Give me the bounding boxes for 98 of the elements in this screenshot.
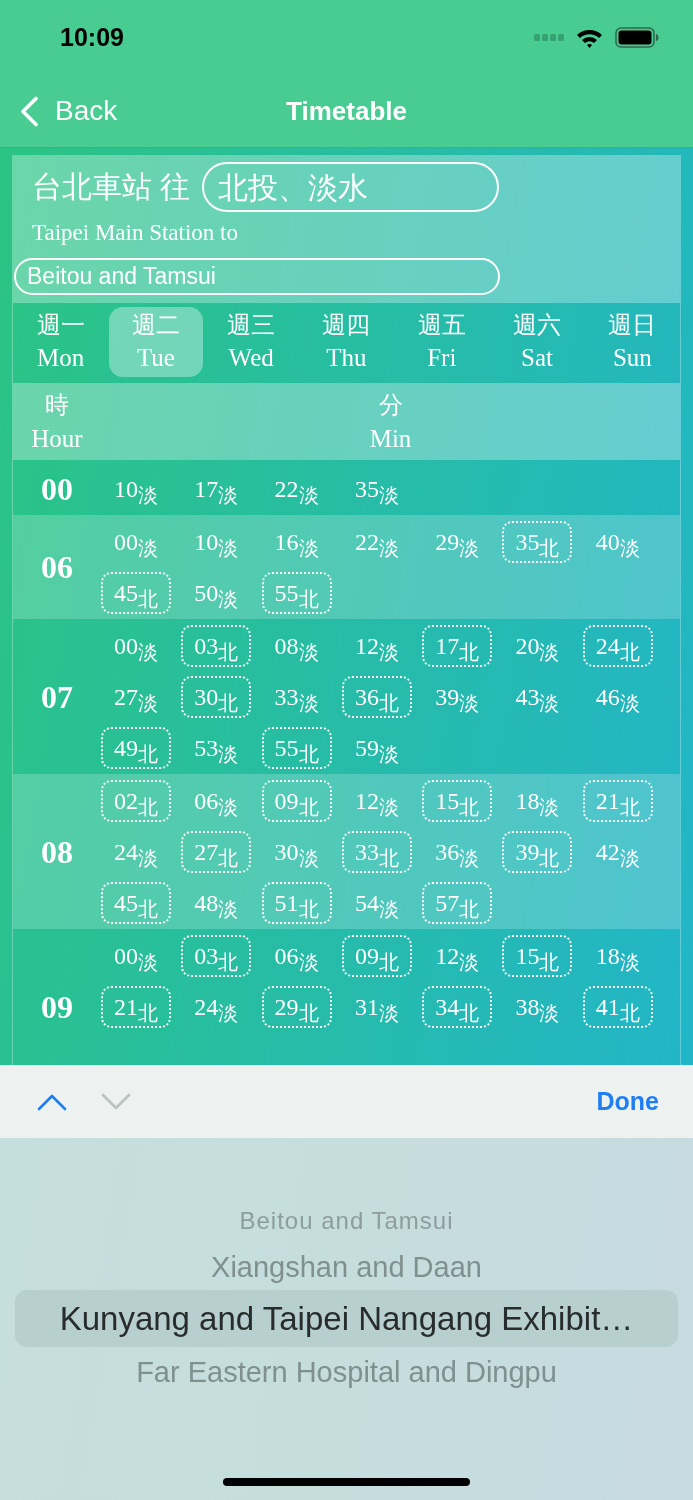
departure-time: 48$_{淡}$ bbox=[193, 888, 240, 922]
departure-time: 12$_{淡}$ bbox=[353, 786, 400, 820]
departure-time: 39$_{北}$ bbox=[502, 830, 573, 873]
chevron-up-icon[interactable] bbox=[37, 1092, 67, 1111]
day-tab[interactable]: 週六 Sat bbox=[490, 307, 584, 377]
departure-time: 17$_{淡}$ bbox=[193, 474, 240, 508]
departure-time: 12$_{淡}$ bbox=[353, 631, 400, 665]
departure-time: 38$_{淡}$ bbox=[514, 992, 561, 1026]
departure-time: 02$_{北}$ bbox=[101, 779, 171, 822]
departure-time: 15$_{北}$ bbox=[502, 934, 573, 977]
departure-time: 24$_{北}$ bbox=[582, 624, 653, 667]
departure-time: 24$_{淡}$ bbox=[193, 992, 240, 1026]
departure-time: 45$_{北}$ bbox=[101, 571, 171, 614]
signal-icon bbox=[534, 34, 564, 41]
departure-time: 53$_{淡}$ bbox=[193, 733, 240, 767]
departure-time: 03$_{北}$ bbox=[181, 934, 252, 977]
hour-number: 00 bbox=[41, 469, 73, 509]
column-heading: 時 bbox=[45, 390, 69, 420]
departure-time: 42$_{淡}$ bbox=[594, 837, 641, 871]
day-tab[interactable]: 週五 Fri bbox=[395, 307, 489, 377]
picker-option[interactable]: Xiangshan and Daan bbox=[211, 1252, 482, 1282]
departure-time: 06$_{淡}$ bbox=[273, 941, 320, 975]
departure-time: 27$_{北}$ bbox=[181, 830, 252, 873]
clock-time: 10:09 bbox=[60, 25, 124, 50]
departure-time: 30$_{北}$ bbox=[181, 675, 252, 718]
departure-time: 17$_{北}$ bbox=[422, 624, 493, 667]
departure-time: 22$_{淡}$ bbox=[273, 474, 320, 508]
departure-time: 12$_{淡}$ bbox=[434, 941, 481, 975]
column-heading: Min bbox=[369, 424, 412, 454]
departure-time: 31$_{淡}$ bbox=[353, 992, 400, 1026]
departure-time: 10$_{淡}$ bbox=[113, 474, 159, 508]
departure-time: 35$_{北}$ bbox=[502, 520, 573, 563]
departure-time: 00$_{淡}$ bbox=[113, 631, 159, 665]
departure-time: 50$_{淡}$ bbox=[193, 578, 240, 612]
departure-time: 30$_{淡}$ bbox=[273, 837, 320, 871]
departure-time: 34$_{北}$ bbox=[422, 985, 493, 1028]
day-tab[interactable]: 週四 Thu bbox=[299, 307, 394, 377]
departure-time: 57$_{北}$ bbox=[422, 881, 493, 924]
departure-time: 00$_{淡}$ bbox=[113, 527, 159, 561]
hour-number: 06 bbox=[41, 548, 73, 587]
hour-number: 09 bbox=[41, 988, 73, 1027]
departure-time: 03$_{北}$ bbox=[181, 624, 252, 667]
column-heading: Hour bbox=[31, 424, 83, 454]
departure-time: 27$_{淡}$ bbox=[113, 682, 159, 716]
picker-option[interactable]: Far Eastern Hospital and Dingpu bbox=[136, 1357, 557, 1387]
picker-option[interactable]: Kunyang and Taipei Nangang Exhibit… bbox=[15, 1290, 678, 1347]
departure-time: 15$_{北}$ bbox=[422, 779, 493, 822]
departure-time: 00$_{淡}$ bbox=[113, 941, 159, 975]
departure-time: 36$_{北}$ bbox=[341, 675, 412, 718]
departure-time: 59$_{淡}$ bbox=[353, 733, 400, 767]
wifi-icon bbox=[576, 27, 603, 48]
departure-time: 24$_{淡}$ bbox=[113, 837, 159, 871]
departure-time: 16$_{淡}$ bbox=[273, 527, 320, 561]
departure-time: 06$_{淡}$ bbox=[193, 786, 240, 820]
departure-time: 39$_{淡}$ bbox=[434, 682, 481, 716]
departure-time: 20$_{淡}$ bbox=[514, 631, 561, 665]
departure-time: 54$_{淡}$ bbox=[353, 888, 400, 922]
destination-field[interactable]: 北投、淡水 bbox=[202, 162, 500, 212]
back-button[interactable]: Back bbox=[20, 95, 118, 127]
departure-time: 29$_{淡}$ bbox=[434, 527, 481, 561]
station-name: 台北車站 往 bbox=[32, 169, 191, 205]
chevron-left-icon bbox=[20, 95, 39, 127]
departure-time: 51$_{北}$ bbox=[261, 881, 332, 924]
departure-time: 21$_{北}$ bbox=[101, 985, 171, 1028]
departure-time: 55$_{北}$ bbox=[261, 571, 332, 614]
departure-time: 40$_{淡}$ bbox=[594, 527, 641, 561]
departure-time: 18$_{淡}$ bbox=[514, 786, 561, 820]
departure-time: 09$_{北}$ bbox=[261, 779, 332, 822]
picker-option[interactable]: Beitou and Tamsui bbox=[239, 1209, 454, 1233]
screen-title: Timetable bbox=[286, 98, 407, 124]
departure-time: 10$_{淡}$ bbox=[193, 527, 240, 561]
departure-time: 18$_{淡}$ bbox=[594, 941, 641, 975]
departure-time: 36$_{淡}$ bbox=[434, 837, 481, 871]
day-tab[interactable]: 週一 Mon bbox=[14, 307, 108, 377]
battery-icon bbox=[615, 27, 659, 48]
departure-time: 46$_{淡}$ bbox=[594, 682, 641, 716]
done-button[interactable]: Done bbox=[596, 1089, 659, 1114]
departure-time: 33$_{北}$ bbox=[341, 830, 412, 873]
departure-time: 09$_{北}$ bbox=[341, 934, 412, 977]
destination-field[interactable]: Beitou and Tamsui bbox=[14, 258, 500, 295]
day-tab[interactable]: 週二 Tue bbox=[109, 307, 203, 377]
station-name: Taipei Main Station to bbox=[32, 219, 238, 247]
departure-time: 41$_{北}$ bbox=[582, 985, 653, 1028]
departure-time: 43$_{淡}$ bbox=[514, 682, 561, 716]
departure-time: 35$_{淡}$ bbox=[353, 474, 400, 508]
departure-time: 49$_{北}$ bbox=[101, 726, 171, 769]
day-tab[interactable]: 週三 Wed bbox=[204, 307, 298, 377]
departure-time: 08$_{淡}$ bbox=[273, 631, 320, 665]
column-heading: 分 bbox=[378, 390, 403, 420]
hour-number: 08 bbox=[41, 832, 73, 872]
day-tab[interactable]: 週日 Sun bbox=[585, 307, 679, 377]
departure-time: 45$_{北}$ bbox=[101, 881, 171, 924]
departure-time: 33$_{淡}$ bbox=[273, 682, 320, 716]
departure-time: 29$_{北}$ bbox=[261, 985, 332, 1028]
hour-number: 07 bbox=[41, 677, 73, 717]
departure-time: 21$_{北}$ bbox=[582, 779, 653, 822]
departure-time: 55$_{北}$ bbox=[261, 726, 332, 769]
departure-time: 22$_{淡}$ bbox=[353, 527, 400, 561]
